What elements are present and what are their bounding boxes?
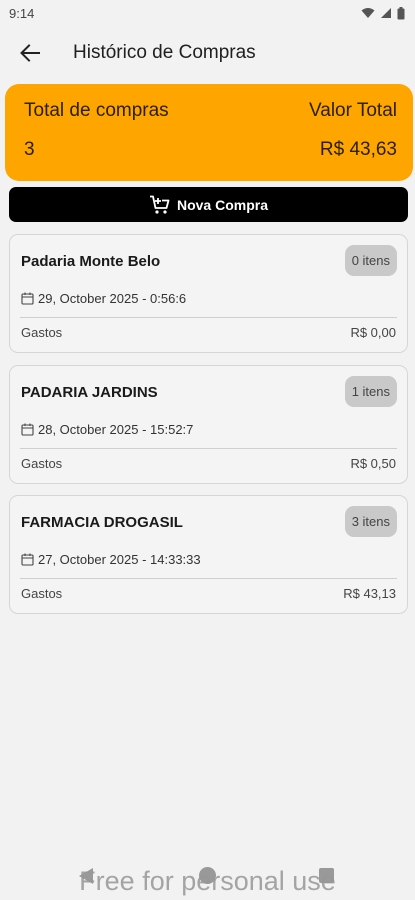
status-icons	[361, 6, 405, 20]
total-value-label: Valor Total	[308, 100, 397, 121]
items-count-badge: 0 itens	[344, 245, 397, 276]
card-divider	[20, 317, 397, 318]
app-bar: Histórico de Compras	[0, 26, 415, 80]
cart-add-icon	[149, 195, 170, 214]
back-button[interactable]	[16, 39, 44, 67]
purchase-card[interactable]: Padaria Monte Belo 0 itens 29, October 2…	[9, 234, 408, 353]
status-time: 9:14	[9, 5, 35, 21]
spent-amount: R$ 43,13	[343, 586, 396, 601]
card-divider	[20, 448, 397, 449]
total-purchases-label: Total de compras	[24, 100, 169, 121]
battery-icon	[397, 6, 405, 19]
purchase-date-text: 28, October 2025 - 15:52:7	[38, 422, 194, 437]
card-divider	[20, 578, 397, 579]
system-nav-bar	[0, 862, 415, 892]
purchase-card[interactable]: FARMACIA DROGASIL 3 itens 27, October 20…	[9, 495, 408, 614]
purchase-date: 29, October 2025 - 0:56:6	[21, 291, 186, 306]
total-value-amount: R$ 43,63	[319, 139, 397, 160]
items-count-badge: 3 itens	[344, 506, 397, 537]
nav-back-icon[interactable]	[78, 867, 94, 885]
spent-label: Gastos	[21, 586, 63, 601]
total-purchases-count: 3	[24, 139, 35, 160]
store-name: FARMACIA DROGASIL	[21, 514, 183, 531]
purchase-date: 28, October 2025 - 15:52:7	[21, 422, 193, 437]
summary-card: Total de compras Valor Total 3 R$ 43,63	[5, 84, 413, 181]
spent-label: Gastos	[21, 456, 63, 471]
calendar-icon	[21, 423, 34, 436]
spent-amount: R$ 0,00	[350, 325, 396, 340]
calendar-icon	[21, 292, 34, 305]
new-purchase-label: Nova Compra	[176, 196, 269, 213]
calendar-icon	[21, 553, 34, 566]
signal-icon	[381, 8, 391, 18]
purchase-date-text: 29, October 2025 - 0:56:6	[38, 291, 187, 306]
store-name: PADARIA JARDINS	[21, 384, 158, 401]
summary-values: 3 R$ 43,63	[24, 139, 397, 161]
purchase-card[interactable]: PADARIA JARDINS 1 itens 28, October 2025…	[9, 365, 408, 484]
purchase-date: 27, October 2025 - 14:33:33	[21, 552, 201, 567]
arrow-left-icon	[20, 44, 40, 62]
new-purchase-button[interactable]: Nova Compra	[9, 187, 408, 222]
items-count-badge: 1 itens	[344, 376, 397, 407]
store-name: Padaria Monte Belo	[21, 253, 161, 270]
summary-labels: Total de compras Valor Total	[24, 100, 397, 122]
nav-recents-icon[interactable]	[319, 868, 334, 883]
purchase-date-text: 27, October 2025 - 14:33:33	[38, 552, 201, 567]
status-bar: 9:14	[0, 0, 415, 26]
wifi-icon	[361, 8, 375, 18]
spent-label: Gastos	[21, 325, 63, 340]
page-title: Histórico de Compras	[73, 42, 256, 63]
spent-amount: R$ 0,50	[350, 456, 396, 471]
nav-home-icon[interactable]	[199, 867, 216, 884]
